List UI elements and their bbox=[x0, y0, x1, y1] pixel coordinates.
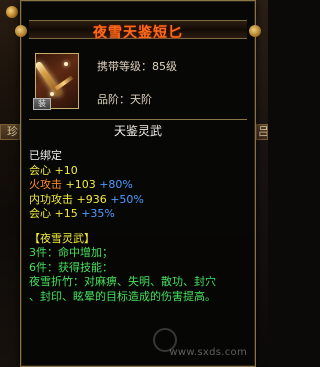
dagger-blade-icon bbox=[36, 60, 63, 98]
background-left-panel bbox=[0, 0, 20, 367]
item-title-bar: 夜雪天鉴短匕 bbox=[15, 20, 261, 41]
stat-value: +10 bbox=[54, 163, 78, 177]
tooltip-content: 已绑定 会心 +10 火攻击 +103 +80% 内功攻击 +936 +50% … bbox=[29, 149, 249, 304]
item-title: 夜雪天鉴短匕 bbox=[93, 25, 183, 41]
stat-label: 火攻击 bbox=[29, 178, 62, 191]
stat-row: 火攻击 +103 +80% bbox=[29, 178, 249, 193]
watermark-text: www.sxds.com bbox=[169, 347, 247, 358]
game-screen: 珍 吕 夜雪天鉴短匕 装 携带等级：85级 品阶：天阶 天鉴灵武 已绑定 会心 … bbox=[0, 0, 268, 367]
background-right-tab[interactable]: 吕 bbox=[256, 124, 268, 140]
carry-level: 携带等级：85级 bbox=[97, 60, 177, 73]
bind-badge: 装 bbox=[33, 98, 51, 110]
stat-row: 会心 +10 bbox=[29, 164, 249, 179]
dagger-guard-icon bbox=[54, 75, 74, 91]
skill-description-line-2: 、封印、眩晕的目标造成的伤害提高。 bbox=[29, 289, 216, 303]
skill-description-line-1: 夜雪折竹：对麻痹、失明、散功、封穴 bbox=[29, 275, 216, 288]
set-bonus-6: 6件：获得技能： bbox=[29, 260, 113, 274]
background-right-panel bbox=[254, 0, 268, 367]
set-title: 【夜雪灵武】 bbox=[29, 231, 95, 245]
stat-value: +936 bbox=[76, 192, 107, 206]
stat-bonus: +80% bbox=[99, 178, 133, 191]
stat-label: 会心 bbox=[29, 207, 51, 220]
stat-row: 内功攻击 +936 +50% bbox=[29, 193, 249, 208]
title-right-ornament-icon bbox=[249, 25, 261, 37]
sparkle-icon bbox=[50, 92, 54, 96]
background-left-tab[interactable]: 珍 bbox=[0, 124, 20, 140]
bind-status: 已绑定 bbox=[29, 149, 62, 162]
item-tooltip: 夜雪天鉴短匕 装 携带等级：85级 品阶：天阶 天鉴灵武 已绑定 会心 +10 … bbox=[15, 0, 261, 367]
stat-label: 内功攻击 bbox=[29, 192, 73, 206]
title-left-ornament-icon bbox=[15, 25, 27, 37]
item-grade: 品阶：天阶 bbox=[97, 93, 152, 106]
item-name: 天鉴灵武 bbox=[113, 124, 162, 138]
stat-value: +103 bbox=[65, 178, 96, 191]
stat-bonus: +50% bbox=[110, 192, 144, 206]
stat-bonus: +35% bbox=[81, 207, 115, 220]
stat-label: 会心 bbox=[29, 163, 51, 177]
set-bonus-3: 3件：命中增加； bbox=[29, 246, 113, 259]
stat-row: 会心 +15 +35% bbox=[29, 207, 249, 222]
stat-value: +15 bbox=[54, 207, 78, 220]
sparkle-icon bbox=[64, 62, 68, 66]
background-ornament-icon bbox=[6, 6, 18, 18]
section-divider bbox=[29, 119, 247, 120]
